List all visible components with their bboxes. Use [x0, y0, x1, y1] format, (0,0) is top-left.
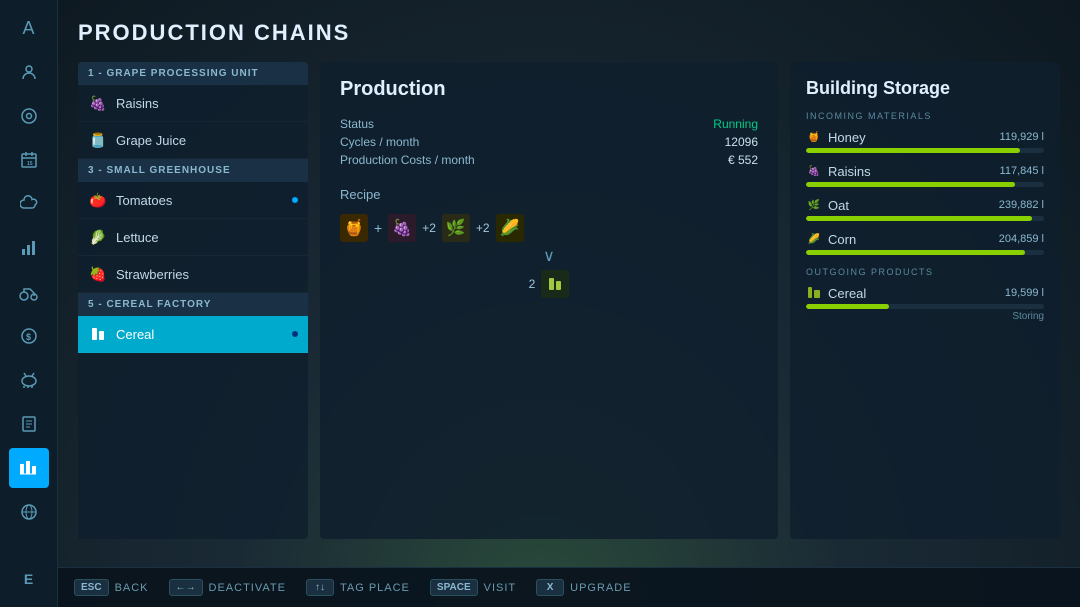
raisins-storage-icon: 🍇: [806, 163, 822, 179]
output-amount: 2: [529, 277, 536, 291]
sidebar-item-person[interactable]: [9, 52, 49, 92]
hotkey-deactivate: ←→ DEACTIVATE: [169, 579, 286, 596]
stat-cycles: Cycles / month 12096: [340, 135, 758, 149]
sidebar-item-a[interactable]: A: [9, 8, 49, 48]
page-title: PRODUCTION CHAINS: [78, 20, 1060, 46]
recipe-arrow: ∨: [340, 246, 758, 266]
raisins-icon: 🍇: [88, 93, 108, 113]
hotkey-esc: ESC BACK: [74, 579, 149, 596]
storage-panel: Building Storage INCOMING MATERIALS 🍯 Ho…: [790, 62, 1060, 539]
hotkey-tagplace: ↑↓ TAG PLACE: [306, 579, 410, 596]
recipe-row: 🍯 + 🍇 +2 🌿 +2 🌽: [340, 214, 758, 242]
raisins-bar-track: [806, 182, 1044, 187]
production-panel: Production Status Running Cycles / month…: [320, 62, 778, 539]
sidebar-item-e[interactable]: E: [9, 559, 49, 599]
incoming-label: INCOMING MATERIALS: [806, 111, 1044, 121]
visit-key: SPACE: [430, 579, 478, 596]
corn-bar-fill: [806, 250, 1025, 255]
chain-item-raisins[interactable]: 🍇 Raisins: [78, 85, 308, 122]
sidebar-item-tractor[interactable]: [9, 272, 49, 312]
stat-costs: Production Costs / month € 552: [340, 153, 758, 167]
chain-section-cereal: 5 - CEREAL FACTORY: [78, 293, 308, 316]
chain-item-lettuce[interactable]: 🥬 Lettuce: [78, 219, 308, 256]
upgrade-key: X: [536, 579, 564, 596]
storage-title: Building Storage: [806, 78, 1044, 99]
chain-item-cereal[interactable]: Cereal: [78, 316, 308, 353]
sidebar-item-chart[interactable]: [9, 228, 49, 268]
chain-section-greenhouse: 3 - SMALL GREENHOUSE: [78, 159, 308, 182]
svg-text:15: 15: [27, 161, 33, 167]
plus-1: +: [374, 220, 382, 236]
storage-cereal-out: Cereal 19,599 l Storing: [806, 285, 1044, 322]
storage-honey: 🍯 Honey 119,929 l: [806, 129, 1044, 153]
oat-recipe-icon: 🌿: [442, 214, 470, 242]
cereal-bar-track: [806, 304, 1044, 309]
sidebar-item-cloud[interactable]: [9, 184, 49, 224]
content-grid: 1 - GRAPE PROCESSING UNIT 🍇 Raisins 🫙 Gr…: [78, 62, 1060, 539]
oat-storage-icon: 🌿: [806, 197, 822, 213]
recipe-label: Recipe: [340, 187, 758, 202]
oat-bar-track: [806, 216, 1044, 221]
chain-item-grape-juice[interactable]: 🫙 Grape Juice: [78, 122, 308, 159]
production-title: Production: [340, 78, 758, 101]
honey-bar-fill: [806, 148, 1020, 153]
deactivate-key: ←→: [169, 579, 203, 596]
sidebar-item-money[interactable]: $: [9, 316, 49, 356]
honey-recipe-icon: 🍯: [340, 214, 368, 242]
chains-panel: 1 - GRAPE PROCESSING UNIT 🍇 Raisins 🫙 Gr…: [78, 62, 308, 539]
recipe-section: Recipe 🍯 + 🍇 +2 🌿 +2 🌽 ∨ 2: [340, 187, 758, 298]
main-content: PRODUCTION CHAINS 1 - GRAPE PROCESSING U…: [58, 0, 1080, 567]
sidebar-item-book[interactable]: [9, 404, 49, 444]
production-stats: Status Running Cycles / month 12096 Prod…: [340, 117, 758, 167]
grape-juice-icon: 🫙: [88, 130, 108, 150]
stat-status: Status Running: [340, 117, 758, 131]
deactivate-label: DEACTIVATE: [209, 582, 286, 594]
corn-recipe-icon: 🌽: [496, 214, 524, 242]
esc-key: ESC: [74, 579, 109, 596]
honey-storage-icon: 🍯: [806, 129, 822, 145]
hotkey-upgrade: X UPGRADE: [536, 579, 631, 596]
oat-amount: +2: [476, 221, 490, 235]
sidebar-item-calendar[interactable]: 15: [9, 140, 49, 180]
honey-bar-track: [806, 148, 1044, 153]
tagplace-label: TAG PLACE: [340, 582, 410, 594]
cereal-dot: [292, 331, 298, 337]
storage-corn: 🌽 Corn 204,859 l: [806, 231, 1044, 255]
bottom-bar: ESC BACK ←→ DEACTIVATE ↑↓ TAG PLACE SPAC…: [58, 567, 1080, 607]
raisins-bar-fill: [806, 182, 1015, 187]
svg-text:$: $: [26, 332, 31, 342]
storage-oat: 🌿 Oat 239,882 l: [806, 197, 1044, 221]
visit-label: VISIT: [484, 582, 517, 594]
sidebar: A 15: [0, 0, 58, 607]
hotkey-visit: SPACE VISIT: [430, 579, 516, 596]
raisins-recipe-icon: 🍇: [388, 214, 416, 242]
recipe-output: 2: [340, 270, 758, 298]
sidebar-item-cow[interactable]: [9, 360, 49, 400]
outgoing-label: OUTGOING PRODUCTS: [806, 267, 1044, 277]
tomatoes-icon: 🍅: [88, 190, 108, 210]
cereal-icon: [88, 324, 108, 344]
sidebar-item-globe[interactable]: [9, 492, 49, 532]
output-icon: [541, 270, 569, 298]
lettuce-icon: 🥬: [88, 227, 108, 247]
chain-item-strawberries[interactable]: 🍓 Strawberries: [78, 256, 308, 293]
corn-storage-icon: 🌽: [806, 231, 822, 247]
storage-raisins: 🍇 Raisins 117,845 l: [806, 163, 1044, 187]
sidebar-item-production[interactable]: [9, 448, 49, 488]
tagplace-key: ↑↓: [306, 579, 334, 596]
esc-label: BACK: [115, 582, 149, 594]
tomatoes-dot: [292, 197, 298, 203]
cereal-status: Storing: [806, 311, 1044, 322]
cereal-storage-icon: [806, 285, 822, 301]
chain-section-grape: 1 - GRAPE PROCESSING UNIT: [78, 62, 308, 85]
strawberries-icon: 🍓: [88, 264, 108, 284]
sidebar-item-wheel[interactable]: [9, 96, 49, 136]
corn-bar-track: [806, 250, 1044, 255]
raisins-amount: +2: [422, 221, 436, 235]
oat-bar-fill: [806, 216, 1032, 221]
cereal-bar-fill: [806, 304, 889, 309]
upgrade-label: UPGRADE: [570, 582, 631, 594]
chain-item-tomatoes[interactable]: 🍅 Tomatoes: [78, 182, 308, 219]
